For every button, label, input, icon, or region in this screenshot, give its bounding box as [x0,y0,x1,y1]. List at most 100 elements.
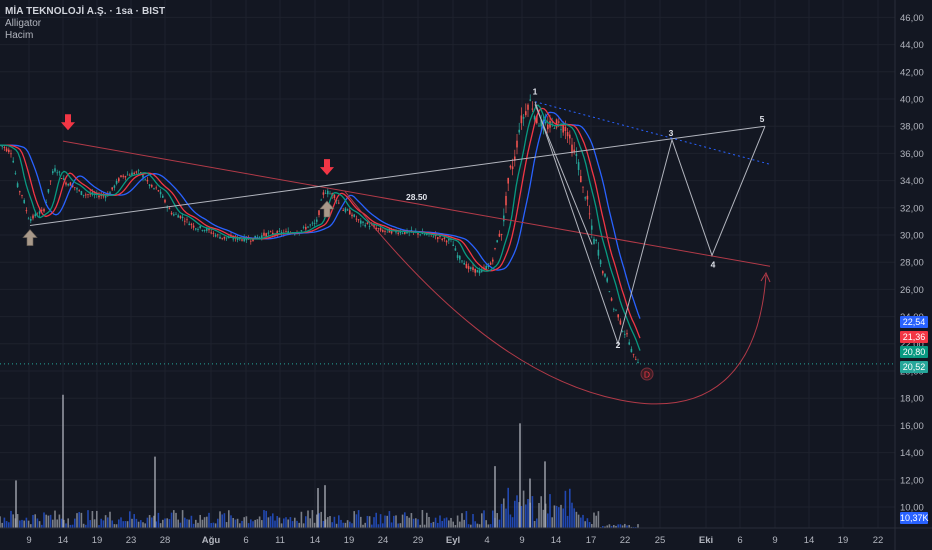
candle-body [164,199,166,203]
candle-body [190,223,193,226]
candle-body [423,234,426,236]
volume-bar [131,518,133,528]
candle-body [349,210,351,215]
candle-body [146,179,149,182]
volume-bar [538,503,540,528]
volume-bar [437,522,439,528]
candle-body [52,171,54,174]
volume-bar [80,512,83,528]
candle-body [626,333,628,335]
volume-bar [263,510,265,528]
candle-body [529,99,531,101]
volume-bar [401,514,404,528]
indicator-alligator[interactable]: Alligator [5,18,165,30]
indicator-volume[interactable]: Hacim [5,30,165,42]
volume-bar [520,506,523,528]
candle-body [206,228,208,231]
candle-body [324,192,327,194]
candle-body [500,233,503,235]
volume-bar [481,513,483,528]
volume-bar [586,518,589,528]
volume-bar [531,496,534,528]
candle-body [454,248,457,251]
volume-bar [173,510,175,528]
price-tag: 21,36 [900,331,928,343]
candle-body [602,271,604,274]
x-axis-tick: 17 [586,535,597,546]
volume-bar [256,519,259,528]
candle-body [329,193,331,195]
candle-body [604,273,606,277]
volume-bar [379,514,382,528]
candle-body [582,186,584,188]
candle-body [16,183,19,188]
volume-bar [527,499,529,528]
volume-bar [445,517,448,528]
volume-bar [210,523,212,528]
y-axis-tick: 36,00 [900,149,924,160]
candle-body [327,190,329,195]
volume-bar [377,524,380,528]
volume-bar [597,511,600,528]
volume-bar [212,522,215,528]
volume-bar [302,523,305,528]
candle-body [1,145,3,147]
wave-label: 2 [616,340,621,350]
volume-bar [305,516,307,528]
volume-bar [542,509,545,528]
candle-body [617,314,619,318]
candle-body [527,104,529,110]
candle-body [311,222,314,224]
volume-bar [298,522,300,528]
candle-body [318,210,320,215]
volume-bar [417,519,419,528]
volume-bar [410,513,413,528]
volume-bar [395,515,397,528]
volume-bar [60,518,63,528]
candle-body [615,309,617,311]
candle-body [320,199,322,201]
symbol-title[interactable]: MİA TEKNOLOJİ A.Ş. · 1sa · BIST [5,6,165,18]
wave-label: 3 [669,128,674,138]
x-axis-tick: 25 [655,535,666,546]
volume-bar [89,520,91,528]
x-axis-tick: 6 [737,535,742,546]
volume-bar [503,498,505,528]
volume-bar [430,522,432,528]
volume-bar [500,503,503,528]
candle-body [494,248,496,249]
volume-bar [140,520,142,528]
candle-body [157,190,160,192]
x-axis-tick: 14 [58,535,69,546]
volume-bar [49,514,52,528]
volume-bar [265,510,267,528]
candle-body [476,270,479,273]
volume-bar [487,524,490,528]
volume-bar [223,513,226,528]
volume-bar [148,515,151,528]
price-chart[interactable]: 46,00 44,00 42,00 40,00 38,00 36,00 34,00 32,00… [0,0,932,550]
volume-bar [331,522,333,528]
candle-body [5,148,8,152]
volume-bar [278,517,281,528]
volume-bar [38,521,41,528]
volume-bar [12,514,14,528]
x-axis-tick: 19 [344,535,355,546]
candle-body [362,221,364,223]
volume-bar [126,521,129,528]
x-axis-tick: 6 [243,535,248,546]
volume-bar [56,519,58,528]
dividend-marker: D [640,367,654,381]
candle-body [129,174,131,176]
candle-body [452,244,454,246]
candle-body [201,230,204,231]
candle-body [267,232,270,234]
candle-body [111,187,113,190]
candle-body [432,236,435,238]
volume-bar [384,515,386,528]
volume-bar [317,488,319,528]
volume-bar [549,494,551,528]
candle-body [113,185,116,188]
volume-bar [434,517,437,528]
candle-body [485,265,487,270]
